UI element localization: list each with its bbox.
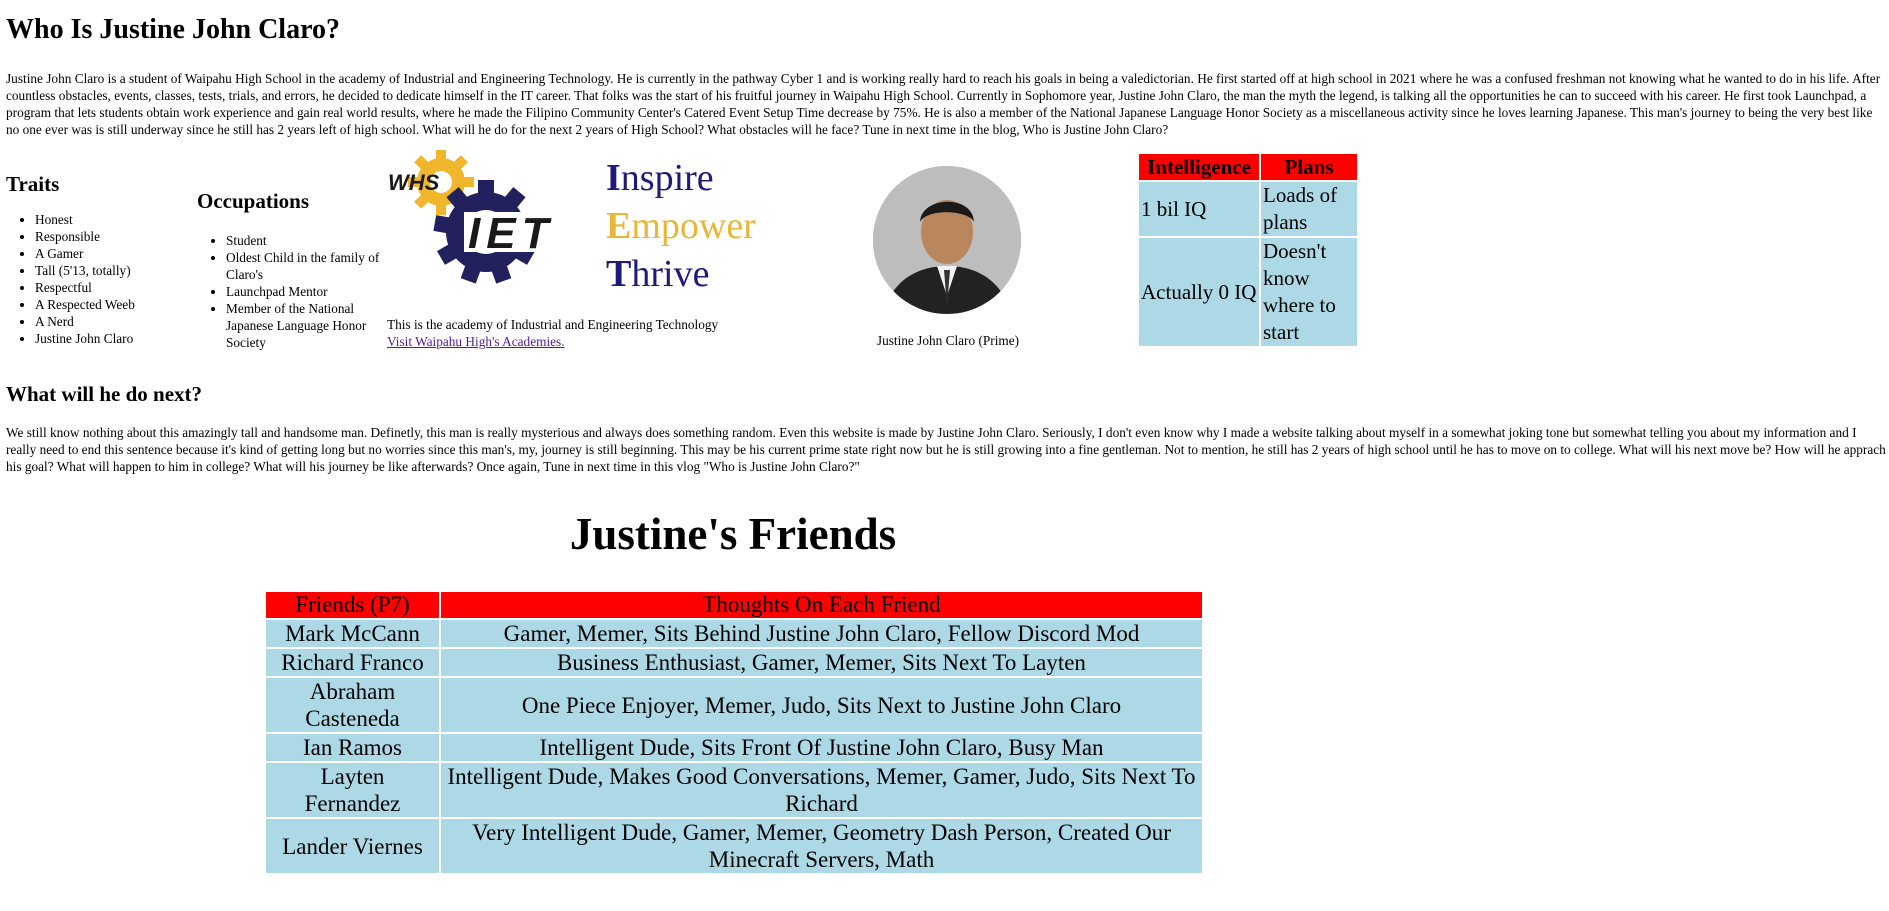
table-header: Friends (P7) [266,592,439,618]
traits-list: Honest Responsible A Gamer Tall (5'13, t… [6,211,181,347]
person-icon [873,166,1021,314]
friend-thoughts: Business Enthusiast, Gamer, Memer, Sits … [441,649,1202,676]
trait-item: Respectful [35,279,181,296]
academies-link[interactable]: Visit Waipahu High's Academies. [387,334,565,349]
svg-text:IET: IET [468,209,554,258]
table-row: Mark McCann Gamer, Memer, Sits Behind Ju… [266,620,1202,647]
intro-paragraph: Justine John Claro is a student of Waipa… [6,71,1881,137]
friends-heading: Justine's Friends [569,509,897,559]
table-row: Layten Fernandez Intelligent Dude, Makes… [266,763,1202,817]
occupations-heading: Occupations [197,189,310,213]
occupations-list: Student Oldest Child in the family of Cl… [197,232,387,351]
occupation-item: Launchpad Mentor [226,283,387,300]
table-cell: Actually 0 IQ [1139,238,1259,346]
friend-thoughts: Intelligent Dude, Makes Good Conversatio… [441,763,1202,817]
next-paragraph: We still know nothing about this amazing… [6,425,1886,474]
trait-item: Honest [35,211,181,228]
gear-icon: WHS IET [388,150,594,284]
iet-logo-image: WHS IET Inspire Empower Thrive [386,150,766,320]
table-row: Richard Franco Business Enthusiast, Game… [266,649,1202,676]
academy-caption: This is the academy of Industrial and En… [387,316,718,350]
profile-photo [873,166,1023,314]
trait-item: Justine John Claro [35,330,181,347]
trait-item: A Gamer [35,245,181,262]
occupation-item: Student [226,232,387,249]
friend-thoughts: Very Intelligent Dude, Gamer, Memer, Geo… [441,819,1202,873]
friend-thoughts: Gamer, Memer, Sits Behind Justine John C… [441,620,1202,647]
table-row: Actually 0 IQ Doesn't know where to star… [1139,238,1357,346]
traits-heading: Traits [6,172,60,196]
table-header: Intelligence [1139,154,1259,180]
friend-thoughts: Intelligent Dude, Sits Front Of Justine … [441,734,1202,761]
occupation-item: Oldest Child in the family of Claro's [226,249,387,283]
traits-section: Traits Honest Responsible A Gamer Tall (… [6,172,181,347]
table-header: Thoughts On Each Friend [441,592,1202,618]
table-row: Lander Viernes Very Intelligent Dude, Ga… [266,819,1202,873]
table-cell: Doesn't know where to start [1261,238,1357,346]
table-row: Abraham Casteneda One Piece Enjoyer, Mem… [266,678,1202,732]
occupations-section: Occupations Student Oldest Child in the … [197,189,387,351]
friend-name: Layten Fernandez [266,763,439,817]
table-row: 1 bil IQ Loads of plans [1139,182,1357,236]
friend-name: Richard Franco [266,649,439,676]
table-cell: Loads of plans [1261,182,1357,236]
next-heading: What will he do next? [6,382,203,406]
photo-caption: Justine John Claro (Prime) [876,333,1020,348]
friends-table: Friends (P7) Thoughts On Each Friend Mar… [264,590,1204,875]
stats-table: Intelligence Plans 1 bil IQ Loads of pla… [1137,152,1359,348]
table-row: Ian Ramos Intelligent Dude, Sits Front O… [266,734,1202,761]
friend-name: Ian Ramos [266,734,439,761]
friend-name: Abraham Casteneda [266,678,439,732]
trait-item: Responsible [35,228,181,245]
page-title: Who Is Justine John Claro? [6,14,341,45]
svg-text:WHS: WHS [388,170,440,195]
trait-item: A Nerd [35,313,181,330]
academy-logo: WHS IET Inspire Empower Thrive [386,150,786,320]
avatar [873,166,1021,314]
friend-name: Lander Viernes [266,819,439,873]
table-cell: 1 bil IQ [1139,182,1259,236]
trait-item: A Respected Weeb [35,296,181,313]
table-header: Plans [1261,154,1357,180]
academy-caption-text: This is the academy of Industrial and En… [387,317,719,332]
occupation-item: Member of the National Japanese Language… [226,300,387,351]
trait-item: Tall (5'13, totally) [35,262,181,279]
friend-name: Mark McCann [266,620,439,647]
friend-thoughts: One Piece Enjoyer, Memer, Judo, Sits Nex… [441,678,1202,732]
